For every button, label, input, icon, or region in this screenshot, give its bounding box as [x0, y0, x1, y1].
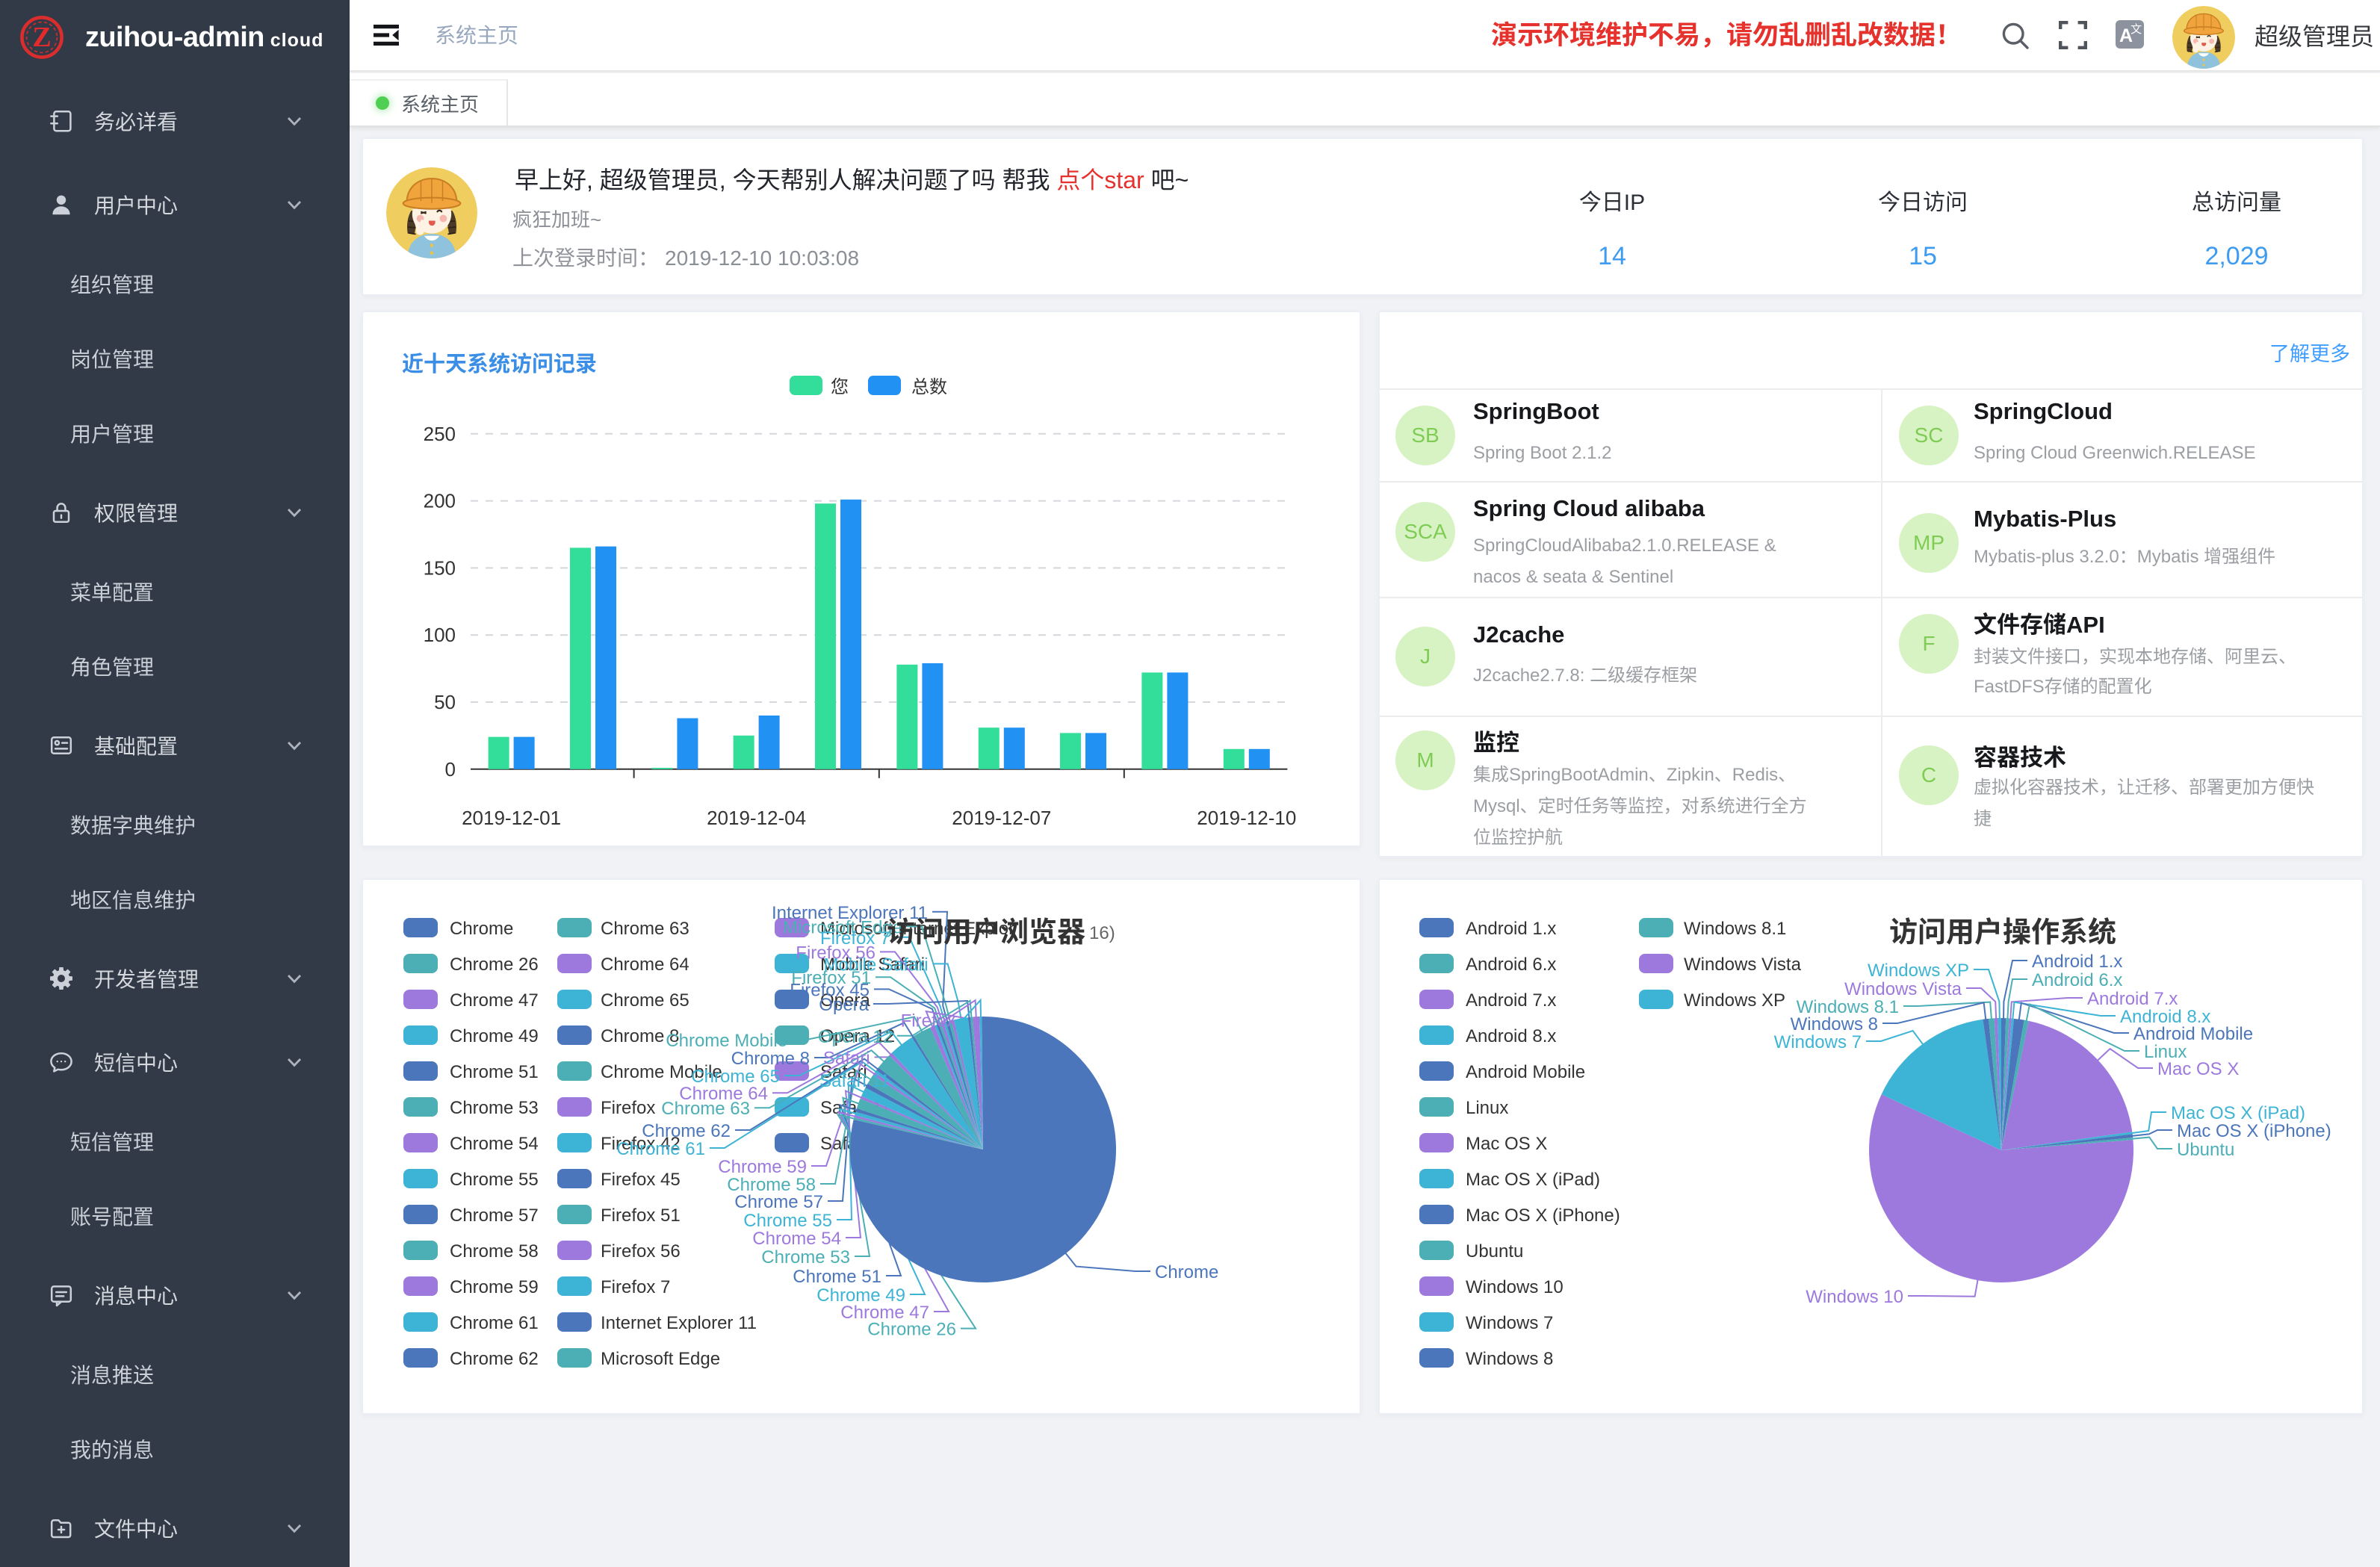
svg-text:Chrome 53: Chrome 53	[761, 1247, 850, 1267]
svg-text:Mac OS X: Mac OS X	[1466, 1134, 1547, 1154]
svg-text:Windows 7: Windows 7	[1774, 1032, 1862, 1052]
svg-text:Android 6.x: Android 6.x	[2032, 970, 2122, 990]
svg-text:Windows Vista: Windows Vista	[1684, 955, 1802, 975]
svg-text:Chrome 55: Chrome 55	[743, 1211, 832, 1231]
svg-text:Chrome: Chrome	[450, 919, 513, 939]
svg-text:Windows 8: Windows 8	[1466, 1349, 1553, 1369]
svg-text:100: 100	[424, 624, 456, 646]
svg-text:50: 50	[434, 691, 456, 713]
svg-text:Chrome 26: Chrome 26	[867, 1320, 956, 1340]
svg-text:Chrome 51: Chrome 51	[793, 1267, 881, 1287]
svg-text:Chrome: Chrome	[1155, 1262, 1218, 1282]
svg-text:2019-12-07: 2019-12-07	[952, 807, 1051, 829]
svg-text:Mac OS X (iPhone): Mac OS X (iPhone)	[2177, 1121, 2331, 1141]
svg-text:Mac OS X (iPhone): Mac OS X (iPhone)	[1466, 1205, 1620, 1226]
svg-text:Android 8.x: Android 8.x	[1466, 1026, 1556, 1046]
svg-text:Chrome 26: Chrome 26	[450, 955, 539, 975]
svg-text:Chrome 62: Chrome 62	[450, 1349, 539, 1369]
svg-text:Windows 7: Windows 7	[1466, 1313, 1553, 1333]
svg-text:Chrome 51: Chrome 51	[450, 1062, 539, 1082]
svg-text:Chrome 62: Chrome 62	[642, 1121, 731, 1141]
svg-text:Chrome 63: Chrome 63	[661, 1099, 750, 1119]
svg-text:Firefox 7: Firefox 7	[601, 1277, 670, 1297]
svg-text:Windows 8: Windows 8	[1791, 1014, 1878, 1034]
svg-text:Chrome 63: Chrome 63	[601, 919, 689, 939]
svg-text:Safari 11: Safari 11	[819, 1071, 890, 1091]
svg-text:Android Mobile: Android Mobile	[1466, 1062, 1585, 1082]
svg-text:0: 0	[445, 758, 456, 781]
svg-text:Internet Explorer 11: Internet Explorer 11	[601, 1313, 757, 1333]
svg-text:Chrome 61: Chrome 61	[616, 1139, 705, 1159]
svg-text:Chrome 49: Chrome 49	[450, 1026, 539, 1046]
svg-text:2019-12-10: 2019-12-10	[1197, 807, 1296, 829]
svg-text:Chrome 64: Chrome 64	[601, 955, 689, 975]
svg-text:Firefox 51: Firefox 51	[601, 1205, 681, 1226]
svg-text:总数: 总数	[911, 377, 947, 397]
svg-text:Chrome 54: Chrome 54	[450, 1134, 539, 1154]
svg-text:Chrome 55: Chrome 55	[450, 1170, 539, 1190]
svg-text:250: 250	[424, 423, 456, 445]
svg-text:您: 您	[831, 377, 849, 397]
svg-text:Mac OS X: Mac OS X	[2157, 1059, 2239, 1079]
svg-text:16): 16)	[1089, 923, 1115, 943]
svg-text:Android 6.x: Android 6.x	[1466, 955, 1556, 975]
svg-text:Chrome 65: Chrome 65	[601, 990, 689, 1011]
svg-text:Ubuntu: Ubuntu	[1466, 1241, 1523, 1262]
svg-text:Android 7.x: Android 7.x	[1466, 990, 1556, 1011]
svg-text:Chrome 59: Chrome 59	[450, 1277, 539, 1297]
svg-text:150: 150	[424, 556, 456, 579]
svg-text:Android 7.x: Android 7.x	[2087, 989, 2178, 1009]
svg-text:Opera: Opera	[819, 995, 869, 1015]
svg-text:Chrome 47: Chrome 47	[450, 990, 539, 1011]
svg-text:Chrome 57: Chrome 57	[734, 1192, 823, 1212]
svg-text:访问用户浏览器: 访问用户浏览器	[887, 917, 1085, 949]
svg-text:Firefox 45: Firefox 45	[601, 1170, 681, 1190]
svg-text:Chrome 8: Chrome 8	[731, 1049, 810, 1069]
svg-text:Ubuntu: Ubuntu	[2177, 1140, 2234, 1160]
svg-text:Linux: Linux	[1466, 1098, 1508, 1118]
svg-text:Chrome 59: Chrome 59	[718, 1157, 807, 1177]
svg-text:Mac OS X (iPad): Mac OS X (iPad)	[1466, 1170, 1600, 1190]
svg-text:2019-12-01: 2019-12-01	[462, 807, 561, 829]
svg-text:Windows XP: Windows XP	[1684, 990, 1785, 1011]
svg-text:Chrome 54: Chrome 54	[752, 1229, 841, 1249]
svg-text:Windows XP: Windows XP	[1868, 961, 1969, 981]
svg-text:Firefox 56: Firefox 56	[601, 1241, 681, 1262]
svg-text:Android 1.x: Android 1.x	[2032, 952, 2122, 972]
svg-text:Mac OS X (iPad): Mac OS X (iPad)	[2171, 1103, 2305, 1123]
svg-text:Chrome Mobile: Chrome Mobile	[666, 1031, 787, 1051]
svg-text:Android 1.x: Android 1.x	[1466, 919, 1556, 939]
svg-text:Chrome 53: Chrome 53	[450, 1098, 539, 1118]
svg-text:Chrome 61: Chrome 61	[450, 1313, 539, 1333]
svg-text:200: 200	[424, 490, 456, 512]
svg-text:文: 文	[2130, 23, 2142, 36]
svg-text:Firefox: Firefox	[601, 1098, 655, 1118]
svg-text:访问用户操作系统: 访问用户操作系统	[1889, 917, 2116, 949]
svg-text:Windows 8.1: Windows 8.1	[1684, 919, 1786, 939]
svg-text:2019-12-04: 2019-12-04	[707, 807, 806, 829]
svg-text:Windows 10: Windows 10	[1466, 1277, 1564, 1297]
svg-text:Windows Vista: Windows Vista	[1844, 979, 1962, 999]
svg-text:Chrome 58: Chrome 58	[450, 1241, 539, 1262]
svg-text:Z: Z	[32, 22, 51, 53]
svg-text:Firefox: Firefox	[901, 1011, 955, 1031]
svg-text:Opera 12: Opera 12	[818, 1027, 893, 1047]
svg-text:Windows 10: Windows 10	[1806, 1287, 1903, 1307]
svg-text:Safari: Safari	[823, 1048, 870, 1068]
svg-text:Android Mobile: Android Mobile	[2133, 1024, 2253, 1044]
svg-text:Chrome 57: Chrome 57	[450, 1205, 539, 1226]
svg-text:Microsoft Edge: Microsoft Edge	[601, 1349, 720, 1369]
